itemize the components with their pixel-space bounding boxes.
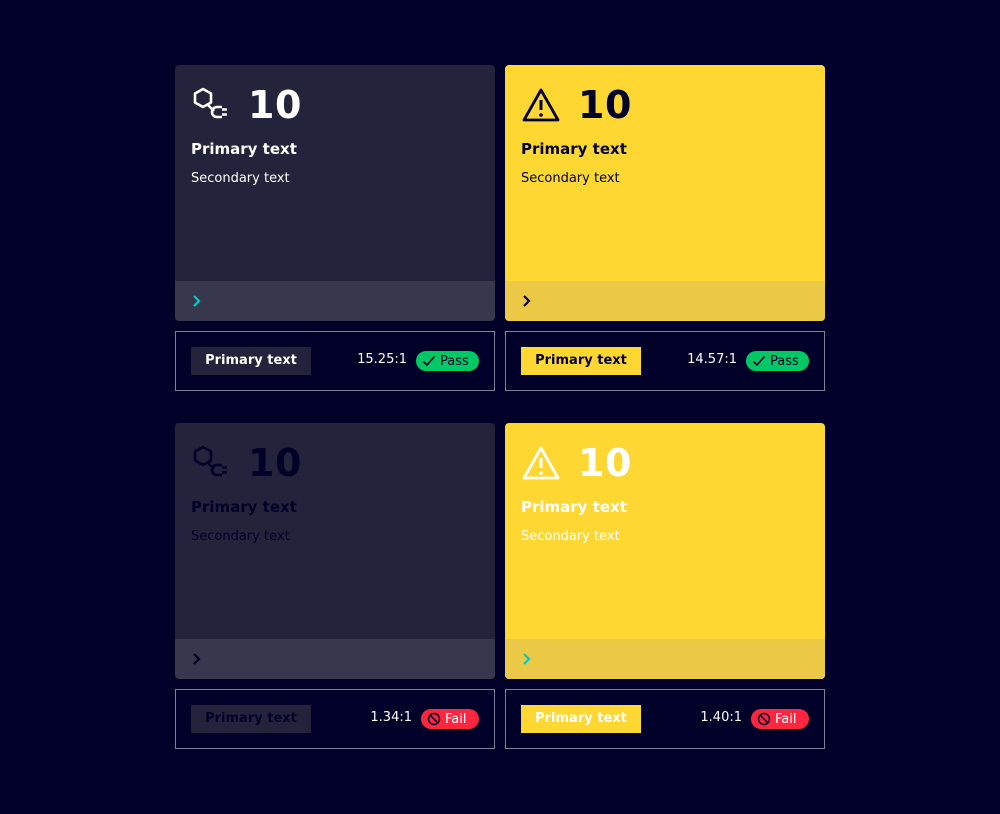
card-footer[interactable] [505, 639, 825, 679]
chevron-right-icon[interactable] [189, 293, 205, 309]
status-badge-fail: Fail [751, 709, 809, 729]
contrast-check-row: Primary text 1.34:1 Fail [175, 689, 495, 749]
plug-hexagon-icon [193, 445, 227, 477]
warning-triangle-icon [522, 88, 560, 122]
contrast-sample: Primary text [521, 705, 641, 733]
card-header: 10 [191, 443, 302, 483]
plug-hexagon-icon [193, 87, 227, 119]
status-badge-fail: Fail [421, 709, 479, 729]
contrast-sample: Primary text [521, 347, 641, 375]
contrast-ratio: 1.34:1 [370, 710, 412, 725]
chevron-right-icon[interactable] [519, 293, 535, 309]
card-footer[interactable] [175, 281, 495, 321]
card-primary-text: Primary text [521, 140, 627, 158]
card-primary-text: Primary text [191, 498, 297, 516]
status-badge-pass: Pass [746, 351, 809, 371]
card-header: 10 [191, 85, 302, 125]
card-primary-text: Primary text [191, 140, 297, 158]
warning-triangle-icon [522, 446, 560, 480]
kpi-value: 10 [248, 83, 302, 127]
card-header: 10 [521, 443, 632, 483]
status-badge-pass: Pass [416, 351, 479, 371]
card-footer[interactable] [505, 281, 825, 321]
contrast-ratio: 1.40:1 [700, 710, 742, 725]
contrast-ratio: 15.25:1 [357, 352, 407, 367]
card-secondary-text: Secondary text [521, 171, 620, 186]
card-secondary-text: Secondary text [521, 529, 620, 544]
contrast-check-row: Primary text 15.25:1 Pass [175, 331, 495, 391]
contrast-check-row: Primary text 1.40:1 Fail [505, 689, 825, 749]
kpi-card-dark-pass[interactable]: 10 Primary text Secondary text [175, 65, 495, 321]
chevron-right-icon[interactable] [519, 651, 535, 667]
contrast-check-row: Primary text 14.57:1 Pass [505, 331, 825, 391]
contrast-sample: Primary text [191, 347, 311, 375]
card-footer[interactable] [175, 639, 495, 679]
status-label: Fail [445, 711, 467, 727]
kpi-value: 10 [578, 83, 632, 127]
status-label: Pass [770, 353, 799, 369]
card-secondary-text: Secondary text [191, 529, 290, 544]
check-icon [752, 355, 766, 367]
kpi-value: 10 [248, 441, 302, 485]
chevron-right-icon[interactable] [189, 651, 205, 667]
check-icon [422, 355, 436, 367]
prohibited-icon [757, 712, 771, 726]
card-header: 10 [521, 85, 632, 125]
kpi-value: 10 [578, 441, 632, 485]
contrast-sample: Primary text [191, 705, 311, 733]
contrast-ratio: 14.57:1 [687, 352, 737, 367]
card-primary-text: Primary text [521, 498, 627, 516]
card-secondary-text: Secondary text [191, 171, 290, 186]
kpi-card-yellow-pass[interactable]: 10 Primary text Secondary text [505, 65, 825, 321]
prohibited-icon [427, 712, 441, 726]
status-label: Pass [440, 353, 469, 369]
status-label: Fail [775, 711, 797, 727]
kpi-card-dark-fail[interactable]: 10 Primary text Secondary text [175, 423, 495, 679]
kpi-card-yellow-fail[interactable]: 10 Primary text Secondary text [505, 423, 825, 679]
